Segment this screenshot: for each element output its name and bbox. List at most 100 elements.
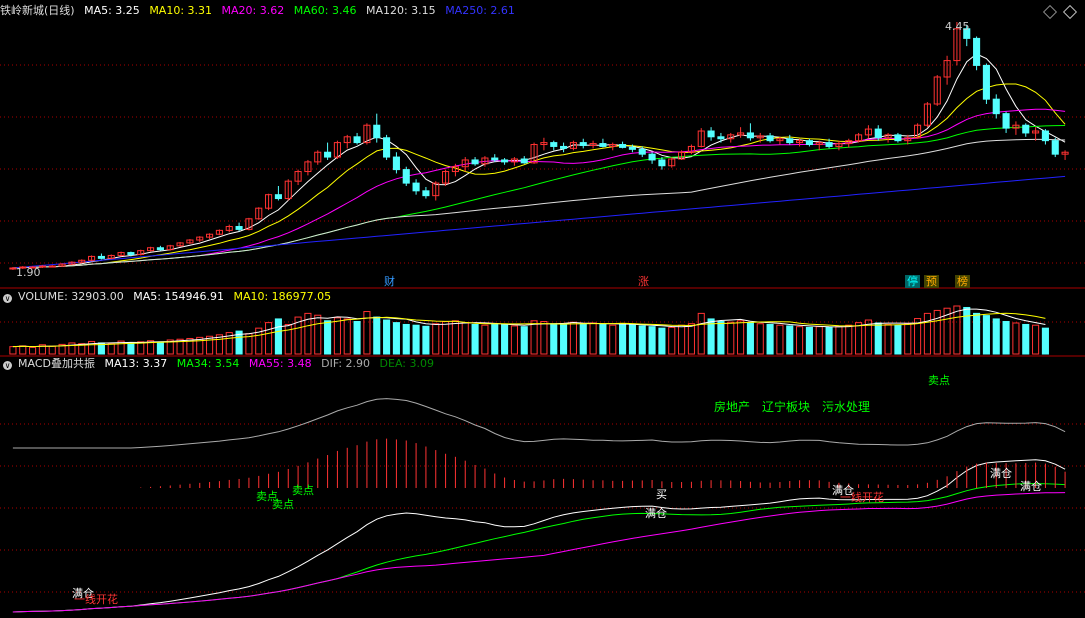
candle-body	[973, 37, 981, 66]
macd-dea-label: DEA: 3.09	[379, 357, 434, 370]
volume-bar	[510, 325, 518, 355]
volume-bar	[963, 306, 971, 355]
candle-body	[1051, 140, 1059, 155]
sector-tag-sewage[interactable]: 污水处理	[822, 398, 870, 415]
macd-ma34-label: MA34: 3.54	[176, 357, 240, 370]
candle-body	[48, 265, 56, 268]
chart-title[interactable]: 铁岭新城(日线)	[0, 4, 75, 17]
macd-ma55-line	[12, 492, 1066, 613]
candle-body	[746, 132, 754, 139]
volume-bar	[687, 323, 695, 355]
candle-body	[1022, 124, 1030, 134]
candle-body	[392, 156, 400, 171]
signal-sell: 卖点	[292, 484, 314, 497]
candle-body	[619, 144, 627, 148]
volume-bar	[884, 323, 892, 355]
signal-full-position: 满仓	[990, 467, 1012, 480]
volume-bar	[530, 320, 538, 355]
ma120-label: MA120: 3.15	[365, 4, 436, 17]
volume-bar	[746, 322, 754, 355]
candle-body	[1002, 113, 1010, 129]
candle-body	[550, 142, 558, 147]
volume-bar	[19, 345, 27, 355]
candle-body	[658, 159, 666, 167]
volume-bar	[904, 323, 912, 355]
volume-bar	[333, 317, 341, 355]
macd-label: MACD叠加共振	[18, 357, 95, 370]
volume-bar	[491, 323, 499, 355]
candle-body	[638, 148, 646, 155]
volume-bar	[678, 324, 686, 355]
volume-bar	[422, 325, 430, 355]
candle-body	[274, 194, 282, 200]
chevron-down-icon[interactable]: ∨	[3, 294, 12, 303]
volume-bar	[284, 323, 292, 355]
candle-body	[786, 138, 794, 144]
candle-body	[491, 157, 499, 161]
volume-bar	[383, 319, 391, 355]
volume-bar	[520, 326, 528, 355]
candle-body	[982, 64, 990, 100]
dif-line	[12, 398, 1066, 449]
volume-bar	[373, 316, 381, 355]
macd-ma13-line	[12, 459, 1066, 613]
ma20-label: MA20: 3.62	[221, 4, 285, 17]
event-marker-finance[interactable]: 财	[382, 275, 397, 288]
ma250-line	[12, 175, 1066, 269]
candle-body	[156, 247, 164, 251]
volume-bar	[48, 345, 56, 355]
volume-bar	[1012, 322, 1020, 355]
volume-bar	[589, 322, 597, 355]
volume-ma5-label: MA5: 154946.91	[133, 290, 224, 303]
event-marker-billboard[interactable]: 榜	[955, 275, 970, 288]
volume-bar	[874, 322, 882, 355]
macd-ma55-label: MA55: 3.48	[248, 357, 312, 370]
candle-body	[805, 140, 813, 146]
event-marker-limit-up[interactable]: 涨	[636, 275, 651, 288]
volume-bar	[628, 323, 636, 355]
volume-bar	[579, 323, 587, 355]
volume-bar	[923, 312, 931, 355]
event-marker-forecast[interactable]: 预	[924, 275, 939, 288]
volume-bar	[1032, 324, 1040, 355]
volume-bar	[324, 320, 332, 355]
candle-body	[353, 136, 361, 144]
candle-body	[707, 130, 715, 138]
candle-body	[97, 255, 105, 259]
volume-bar	[451, 320, 459, 355]
chart-canvas	[0, 22, 1085, 613]
volume-bar	[156, 341, 164, 355]
signal-buy: 买	[656, 488, 667, 501]
volume-bar	[481, 324, 489, 355]
volume-bar	[392, 322, 400, 355]
volume-bar	[933, 309, 941, 355]
volume-bar	[402, 323, 410, 355]
volume-bar	[796, 326, 804, 355]
candle-body	[324, 151, 332, 158]
volume-bar	[1041, 327, 1049, 355]
candle-body	[579, 142, 587, 146]
candle-body	[235, 226, 243, 230]
price-low-marker: 1.90	[16, 266, 41, 279]
ma250-label: MA250: 2.61	[445, 4, 515, 17]
volume-bar	[668, 326, 676, 355]
candle-body	[383, 137, 391, 158]
volume-header: ∨ VOLUME: 32903.00 MA5: 154946.91 MA10: 1…	[0, 290, 337, 304]
candle-body	[766, 135, 774, 142]
volume-bar	[1002, 321, 1010, 355]
sector-tag-real-estate[interactable]: 房地产	[714, 398, 750, 415]
volume-bar	[825, 326, 833, 355]
volume-bar	[786, 325, 794, 355]
macd-ma34-line	[12, 483, 1066, 613]
macd-ma13-label: MA13: 3.37	[104, 357, 168, 370]
event-marker-halt[interactable]: 停	[905, 275, 920, 288]
sector-tag-liaoning[interactable]: 辽宁板块	[762, 398, 810, 415]
volume-bar	[599, 323, 607, 355]
candle-body	[628, 146, 636, 150]
volume-bar	[550, 323, 558, 355]
chevron-down-icon[interactable]: ∨	[3, 361, 12, 370]
stock-chart-window: 铁岭新城(日线) MA5: 3.25 MA10: 3.31 MA20: 3.62…	[0, 0, 1085, 618]
volume-bar	[560, 323, 568, 355]
volume-bar	[992, 318, 1000, 355]
ma5-label: MA5: 3.25	[84, 4, 140, 17]
